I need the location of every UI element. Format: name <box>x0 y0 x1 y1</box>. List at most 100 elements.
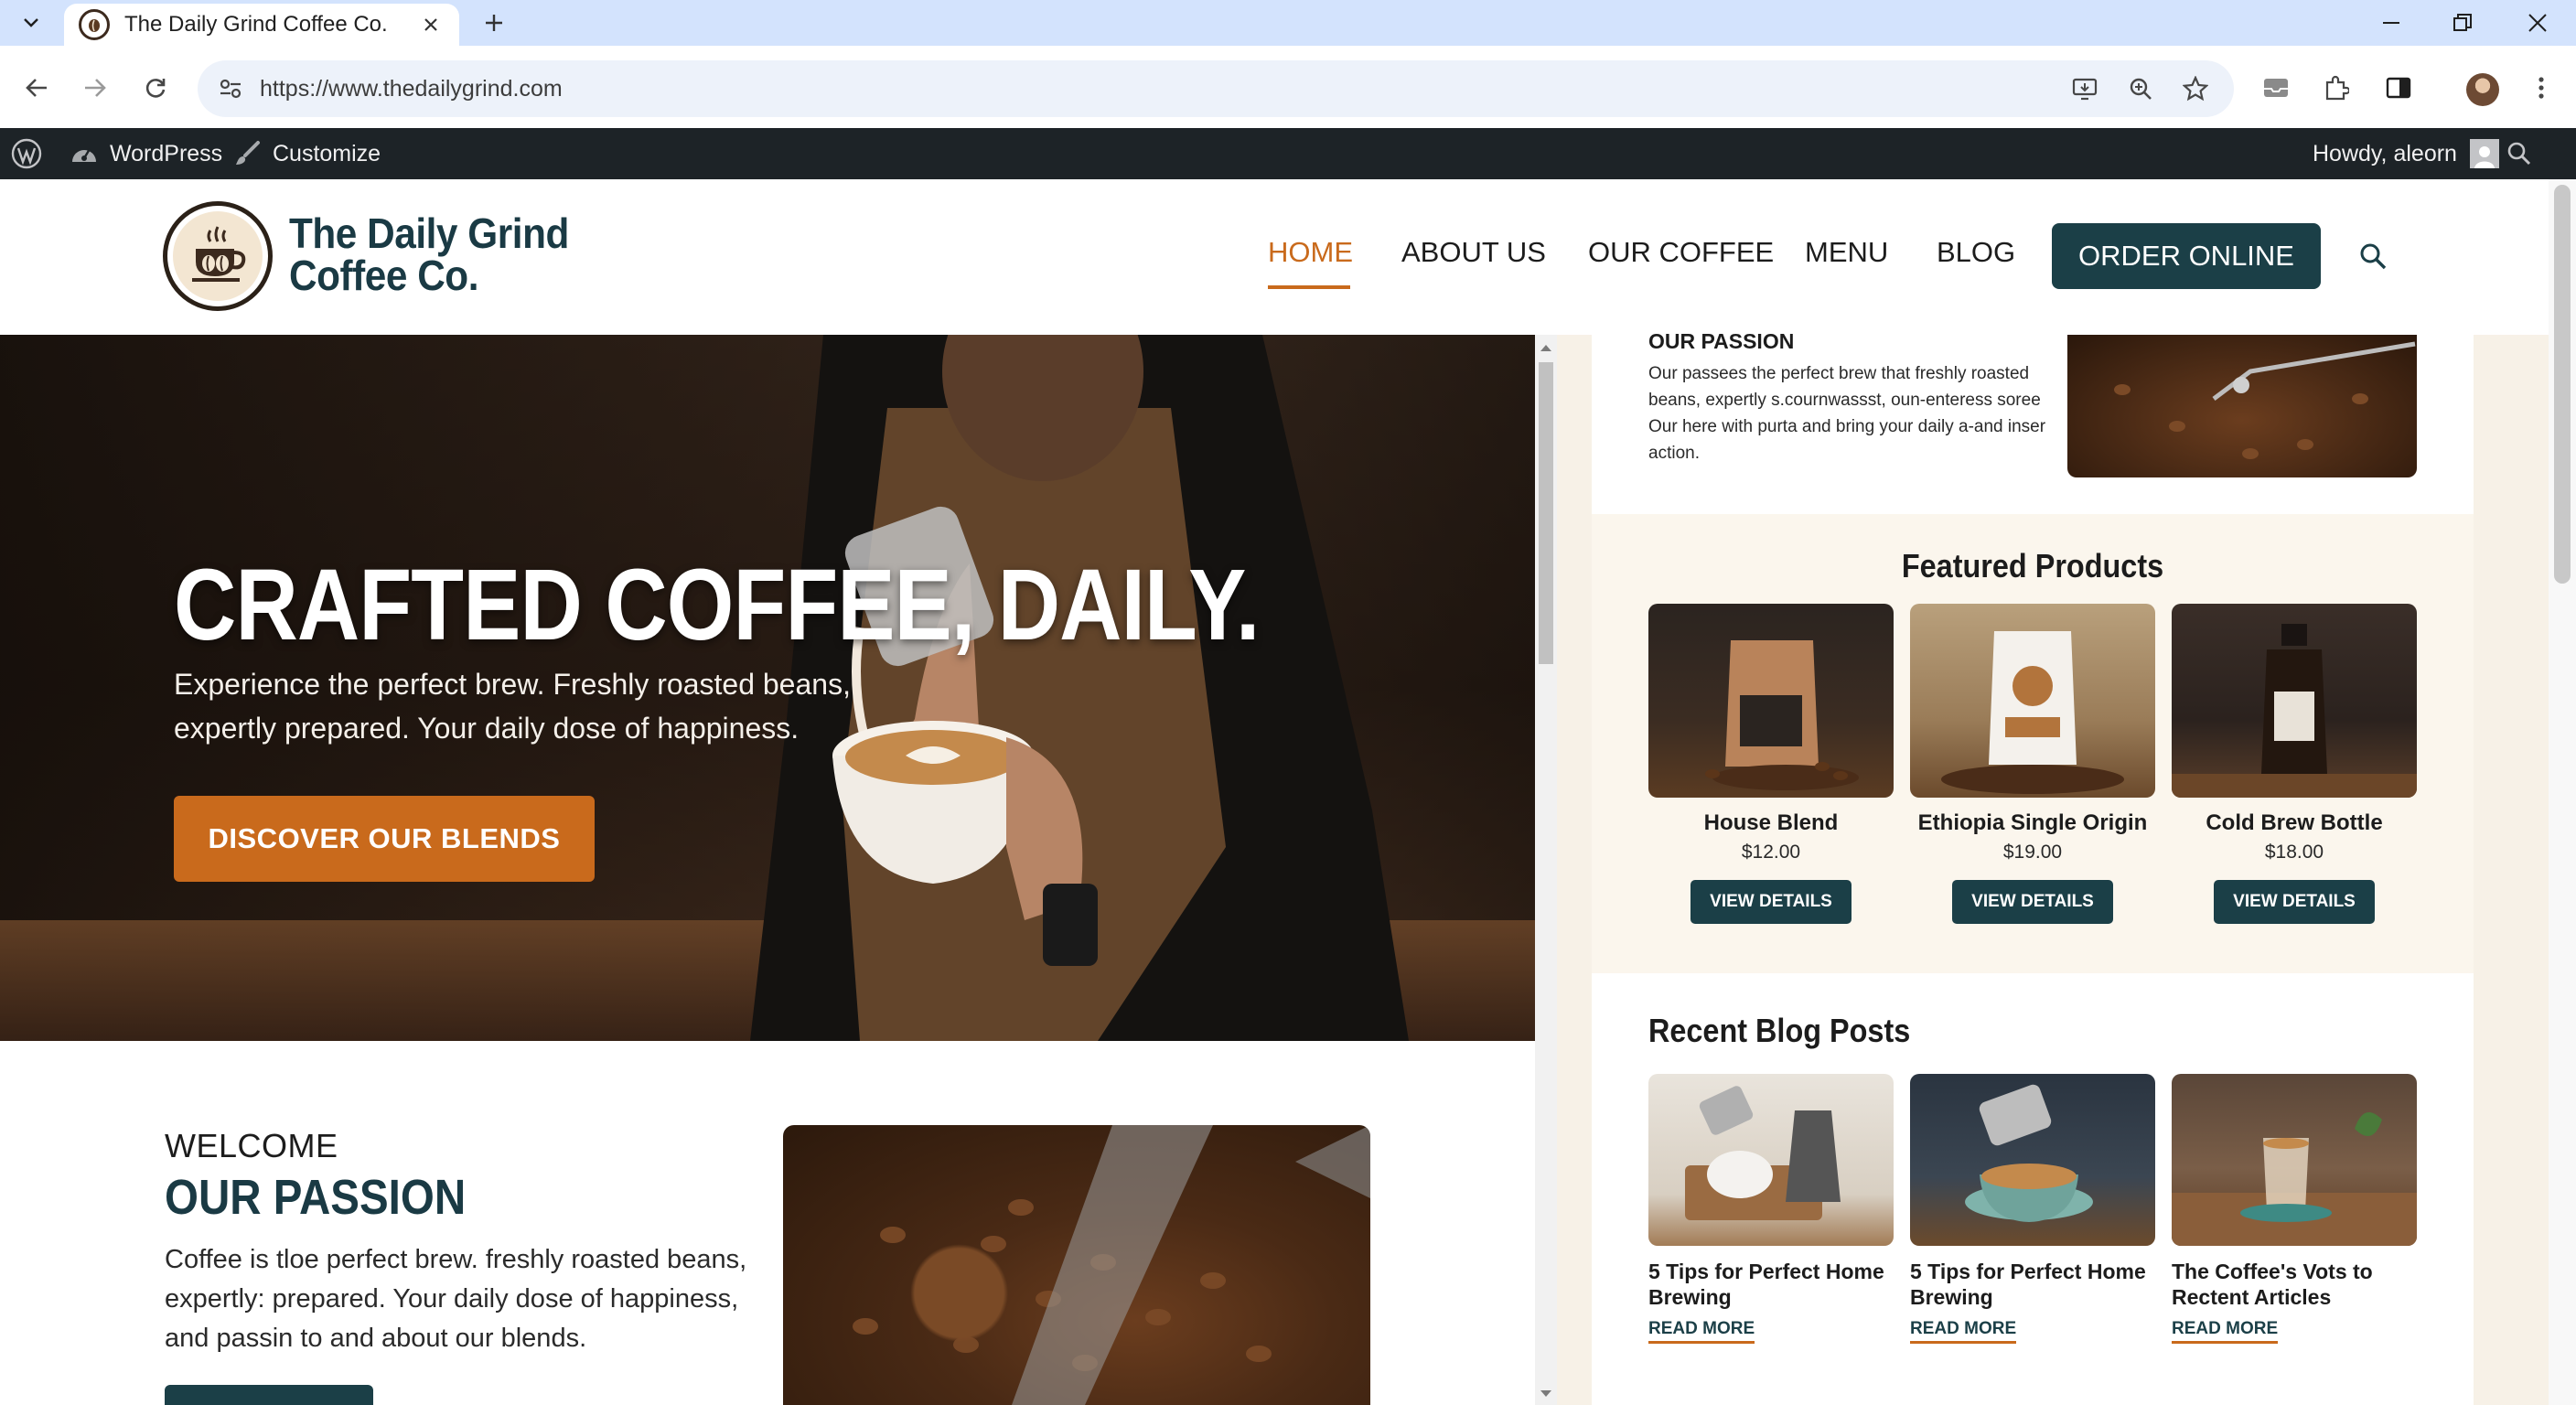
blog-post-title[interactable]: 5 Tips for Perfect Home Brewing <box>1910 1259 2155 1310</box>
bookmark-star-icon[interactable] <box>2179 72 2212 105</box>
wp-logo-icon[interactable] <box>11 128 42 179</box>
site-header: The Daily Grind Coffee Co. HOME ABOUT US… <box>0 179 2549 335</box>
panel-roaster-image <box>2067 335 2417 477</box>
hero-subtitle: Experience the perfect brew. Freshly roa… <box>174 662 869 750</box>
nav-home[interactable]: HOME <box>1268 236 1353 269</box>
site-info-tune-icon[interactable] <box>214 72 247 105</box>
nav-menu[interactable]: MENU <box>1805 236 1888 269</box>
coffee-favicon-icon <box>79 9 110 40</box>
product-name: House Blend <box>1703 810 1839 835</box>
product-price: $19.00 <box>2002 842 2063 863</box>
site-title-line2: Coffee Co. <box>289 252 478 299</box>
tab-title: The Daily Grind Coffee Co. <box>124 12 388 37</box>
new-tab-plus-icon[interactable] <box>476 7 512 38</box>
panel-passion-title: OUR PASSION <box>1648 329 1795 353</box>
blog-post-title[interactable]: 5 Tips for Perfect Home Brewing <box>1648 1259 1894 1310</box>
product-card: House Blend $12.00 VIEW DETAILS <box>1648 604 1894 924</box>
forward-arrow-icon[interactable] <box>75 68 115 108</box>
product-name: Ethiopia Single Origin <box>1917 810 2148 835</box>
page-scrollbar-thumb[interactable] <box>2554 185 2571 584</box>
view-details-button[interactable]: VIEW DETAILS <box>1952 880 2113 924</box>
cold-brew-bottle-image[interactable] <box>2172 604 2417 798</box>
inner-scrollbar[interactable] <box>1535 335 1557 1405</box>
ethiopia-single-origin-image[interactable] <box>1910 604 2155 798</box>
blog-card: 5 Tips for Perfect Home Brewing READ MOR… <box>1648 1074 1894 1344</box>
dashboard-gauge-icon <box>72 148 96 162</box>
browser-menu-kebab-icon[interactable] <box>2521 68 2561 108</box>
product-card: Ethiopia Single Origin $19.00 VIEW DETAI… <box>1910 604 2155 924</box>
welcome-body: Coffee is tloe perfect brew. freshly roa… <box>165 1240 750 1358</box>
welcome-body-line1: Coffee is tloe perfect brew. freshly roa… <box>165 1245 747 1274</box>
welcome-kicker: WELCOME <box>165 1127 338 1164</box>
welcome-title: OUR PASSION <box>165 1170 467 1225</box>
install-app-icon[interactable] <box>2069 72 2102 105</box>
read-more-link[interactable]: READ MORE <box>1648 1319 1755 1344</box>
back-arrow-icon[interactable] <box>16 68 57 108</box>
featured-products-title: Featured Products <box>1901 547 2164 585</box>
blog-post-image[interactable] <box>1648 1074 1894 1246</box>
adminbar-account-menu[interactable]: Howdy, aleorn <box>2313 128 2499 179</box>
order-online-button[interactable]: ORDER ONLINE <box>2052 223 2321 289</box>
scroll-up-arrow-icon[interactable] <box>1535 338 1557 357</box>
reload-icon[interactable] <box>135 68 176 108</box>
extension-inbox-icon[interactable] <box>2256 68 2296 108</box>
zoom-icon[interactable] <box>2124 72 2157 105</box>
inner-scrollbar-thumb[interactable] <box>1539 362 1553 664</box>
view-details-button[interactable]: VIEW DETAILS <box>1690 880 1852 924</box>
browser-tabstrip: The Daily Grind Coffee Co. <box>0 0 2576 46</box>
preview-panel: OUR PASSION Our passees the perfect brew… <box>1592 329 2474 1405</box>
welcome-body-line2: expertly: prepared. Your daily dose of h… <box>165 1284 739 1314</box>
nav-blog[interactable]: BLOG <box>1937 236 2015 269</box>
site-search-icon[interactable] <box>2353 236 2393 276</box>
address-bar[interactable]: https://www.thedailygrind.com <box>198 60 2234 117</box>
recent-blog-posts-title: Recent Blog Posts <box>1648 1012 1911 1049</box>
adminbar-search-icon[interactable] <box>2506 128 2532 179</box>
extensions-puzzle-icon[interactable] <box>2316 68 2356 108</box>
scroll-down-arrow-icon[interactable] <box>1535 1385 1557 1403</box>
nav-our-coffee[interactable]: OUR COFFEE <box>1588 236 1774 269</box>
site-title[interactable]: The Daily Grind Coffee Co. <box>289 212 569 296</box>
product-price: $18.00 <box>2264 842 2324 863</box>
wp-admin-bar: WordPress Customize Howdy, aleorn <box>0 128 2576 179</box>
product-card: Cold Brew Bottle $18.00 VIEW DETAILS <box>2172 604 2417 924</box>
nav-about-us[interactable]: ABOUT US <box>1401 236 1546 269</box>
page-scrollbar[interactable] <box>2549 179 2576 1405</box>
browser-toolbar: https://www.thedailygrind.com <box>0 46 2576 128</box>
paintbrush-icon <box>236 141 260 165</box>
site-logo[interactable] <box>163 201 273 311</box>
browser-tab-active[interactable]: The Daily Grind Coffee Co. <box>64 4 459 46</box>
hero-banner: CRAFTED COFFEE, DAILY. Experience the pe… <box>0 335 1535 1041</box>
welcome-cta-button[interactable] <box>165 1385 373 1405</box>
blog-post-image[interactable] <box>2172 1074 2417 1246</box>
close-tab-icon[interactable] <box>417 11 445 38</box>
read-more-link[interactable]: READ MORE <box>2172 1319 2279 1344</box>
user-avatar-icon <box>2469 139 2499 168</box>
coffee-roaster-beans-image <box>783 1125 1370 1405</box>
blog-card: 5 Tips for Perfect Home Brewing READ MOR… <box>1910 1074 2155 1344</box>
close-window-icon[interactable] <box>2499 0 2576 46</box>
adminbar-customize-link[interactable]: Customize <box>234 128 381 179</box>
adminbar-howdy-label: Howdy, aleorn <box>2313 140 2457 166</box>
welcome-body-line3: and passin to and about our blends. <box>165 1324 587 1353</box>
blog-post-image[interactable] <box>1910 1074 2155 1246</box>
read-more-link[interactable]: READ MORE <box>1910 1319 2017 1344</box>
browser-profile-avatar[interactable] <box>2466 73 2499 106</box>
house-blend-image[interactable] <box>1648 604 1894 798</box>
restore-window-icon[interactable] <box>2424 0 2501 46</box>
coffee-cup-logo-icon <box>192 226 246 282</box>
url-text: https://www.thedailygrind.com <box>260 76 563 102</box>
adminbar-wordpress-link[interactable]: WordPress <box>70 128 222 179</box>
product-name: Cold Brew Bottle <box>2206 810 2383 835</box>
tab-search-chevron-icon[interactable] <box>13 8 49 38</box>
nav-active-underline <box>1268 285 1350 289</box>
adminbar-wordpress-label: WordPress <box>110 140 223 166</box>
view-details-button[interactable]: VIEW DETAILS <box>2214 880 2375 924</box>
side-panel-icon[interactable] <box>2378 68 2419 108</box>
hero-subtitle-line2: expertly prepared. Your daily dose of ha… <box>174 712 800 745</box>
hero-title: CRAFTED COFFEE, DAILY. <box>174 549 1260 661</box>
adminbar-customize-label: Customize <box>273 140 381 166</box>
minimize-window-icon[interactable] <box>2353 0 2430 46</box>
hero-subtitle-line1: Experience the perfect brew. Freshly roa… <box>174 668 851 701</box>
discover-blends-button[interactable]: DISCOVER OUR BLENDS <box>174 796 595 882</box>
blog-post-title[interactable]: The Coffee's Vots to Rectent Articles <box>2172 1259 2417 1310</box>
